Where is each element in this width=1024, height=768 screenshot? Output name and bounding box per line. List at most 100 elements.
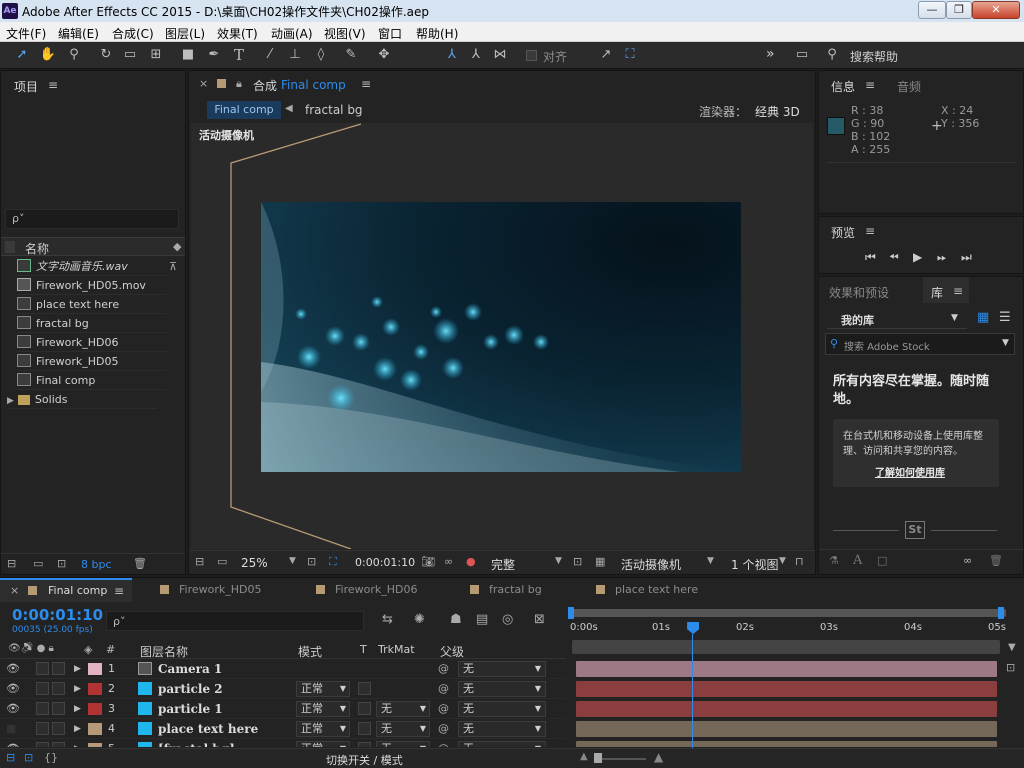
trash-icon[interactable]: 🗑 [133,557,147,570]
parent-dropdown[interactable]: 无▼ [458,701,546,717]
list-view-icon[interactable]: ☰ [999,310,1011,325]
world-axis-icon[interactable]: ⅄ [466,46,486,64]
layer-duration-bar[interactable] [576,741,997,747]
expand-layer-switches-icon[interactable]: ⊟ [6,751,15,764]
channel-icon[interactable]: ● [466,555,476,568]
stock-search-input[interactable]: ⚲ 搜索 Adobe Stock ▼ [825,333,1015,355]
menu-animation[interactable]: 动画(A) [271,25,313,42]
time-ruler[interactable]: 0:00s 01s 02s 03s 04s 05s [568,606,1008,642]
creative-cloud-icon[interactable]: ∞ [963,554,972,567]
last-frame-icon[interactable]: ⏭ [961,250,972,265]
timeline-search-input[interactable]: ρ˅ [106,611,364,631]
project-panel-title[interactable]: 项目 [14,78,38,95]
project-menu-icon[interactable]: ≡ [48,78,58,92]
timeline-tab[interactable]: Firework_HD06 [316,580,418,600]
timeline-scroll-arrow-icon[interactable]: ▼ [1008,642,1016,653]
expand-arrow-icon[interactable]: ▶ [74,659,81,679]
lock-toggle[interactable] [52,742,65,747]
reset-exposure-icon[interactable]: ⊓ [795,555,804,568]
project-item[interactable]: 文字动画音乐.wav [17,257,167,276]
layer-label-color[interactable] [88,703,102,715]
camera-view-dropdown[interactable]: 活动摄像机 [621,556,681,573]
layer-label-color[interactable] [88,663,102,675]
trkmat-dropdown[interactable]: 无▼ [376,721,430,737]
tag-column-icon[interactable]: ◆ [173,240,181,253]
project-folder[interactable]: ▶ Solids [7,390,157,409]
timeline-current-time[interactable]: 0:00:01:10 [12,606,103,624]
solo-toggle[interactable] [36,702,49,715]
project-item[interactable]: Firework_HD05.mov [17,276,167,295]
snap-edge-icon[interactable]: ↗ [596,46,616,64]
info-menu-icon[interactable]: ≡ [865,78,875,92]
shy-layers-icon[interactable]: ☗ [450,612,462,627]
graph-editor-icon[interactable]: ⊠ [534,612,545,627]
roto-brush-tool-icon[interactable]: ✎ [341,46,361,64]
layer-duration-bar[interactable] [576,661,997,677]
lock-toggle[interactable] [52,722,65,735]
motion-blur-icon[interactable]: ◎ [502,612,513,627]
current-time-head[interactable] [687,622,700,634]
breadcrumb-active[interactable]: Final comp [207,101,281,119]
rotate-tool-icon[interactable]: ↻ [96,46,116,64]
fit-icon[interactable]: ⊡ [307,555,316,568]
timeline-tab[interactable]: Firework_HD05 [160,580,262,600]
project-item[interactable]: Firework_HD05 [17,352,167,371]
layer-mode-dropdown[interactable]: 正常 ▼ [296,741,350,747]
library-menu-icon[interactable]: ≡ [953,284,963,298]
layer-row[interactable]: 👁︎ ▶ 2 particle 2 正常 ▼ @ 无 ▼ [0,679,566,699]
workspace-icon[interactable]: ▭ [792,46,812,64]
show-snapshot-icon[interactable]: ∞ [444,555,453,568]
view-layout-dropdown[interactable]: 1 个视图 [731,556,778,573]
layer-name[interactable]: particle 1 [158,699,223,719]
timeline-zoom-slider-handle[interactable] [594,753,602,763]
visibility-eye-icon[interactable]: 👁︎ [6,679,20,699]
close-tab-icon[interactable]: × [10,584,19,597]
solo-toggle[interactable] [36,662,49,675]
rectangle-tool-icon[interactable]: ■ [178,46,198,64]
visibility-eye-icon[interactable]: ■ [6,719,16,739]
parent-dropdown[interactable]: 无▼ [458,741,546,747]
hand-tool-icon[interactable]: ✋ [38,46,58,64]
project-item[interactable]: Final comp [17,371,167,390]
visibility-eye-icon[interactable]: 👁︎ [6,659,20,679]
menu-help[interactable]: 帮助(H) [416,25,458,42]
preview-menu-icon[interactable]: ≡ [865,224,875,238]
zoom-dropdown-arrow-icon[interactable]: ▼ [289,556,296,566]
menu-effect[interactable]: 效果(T) [217,25,258,42]
comp-viewer[interactable]: 活动摄像机 [191,123,813,549]
region-of-interest-icon[interactable]: ⊡ [573,555,582,568]
current-time-indicator[interactable] [687,622,700,752]
first-frame-icon[interactable]: ⏮ [865,250,876,265]
expand-transfer-controls-icon[interactable]: ⊡ [24,751,33,764]
time-navigator[interactable] [572,640,1000,654]
timeline-menu-icon[interactable]: ≡ [114,584,124,598]
interpret-footage-icon[interactable]: ⊟ [7,557,16,570]
zoom-dropdown[interactable]: 25% [241,556,268,570]
trkmat-dropdown[interactable]: 无▼ [376,701,430,717]
layer-duration-bar[interactable] [576,721,997,737]
name-column-header[interactable]: 名称 [25,240,49,257]
resolution-dropdown[interactable]: 完整 [491,556,515,573]
layer-name-header[interactable]: 图层名称 [140,643,188,660]
layer-row[interactable]: ■ ▶ 4 place text here 正常 ▼ 无 ▼ @ 无 ▼ [0,719,566,739]
menu-file[interactable]: 文件(F) [6,25,46,42]
lock-toggle[interactable] [52,702,65,715]
local-axis-icon[interactable]: ⅄ [442,46,462,64]
search-icon[interactable]: ⚲ [822,46,842,64]
previous-frame-icon[interactable]: ⏪︎ [889,250,899,265]
type-tool-icon[interactable]: T [229,46,249,64]
project-item[interactable]: fractal bg [17,314,167,333]
learn-library-link[interactable]: 了解如何使用库 [875,464,945,479]
eraser-tool-icon[interactable]: ◊ [311,46,331,64]
camera-tool-icon[interactable]: ▭ [120,46,140,64]
menu-layer[interactable]: 图层(L) [165,25,205,42]
timeline-tab[interactable]: place text here [596,580,698,600]
new-composition-icon[interactable]: ⊡ [57,557,66,570]
comp-tab-prefix[interactable]: 合成 [253,77,277,94]
library-tab[interactable]: 库 [931,284,943,301]
next-frame-icon[interactable]: ⏩︎ [937,250,947,265]
add-character-style-icon[interactable]: A [853,553,862,568]
lock-toggle[interactable] [52,662,65,675]
parent-dropdown[interactable]: 无▼ [458,681,546,697]
minimize-button[interactable]: — [918,1,946,19]
